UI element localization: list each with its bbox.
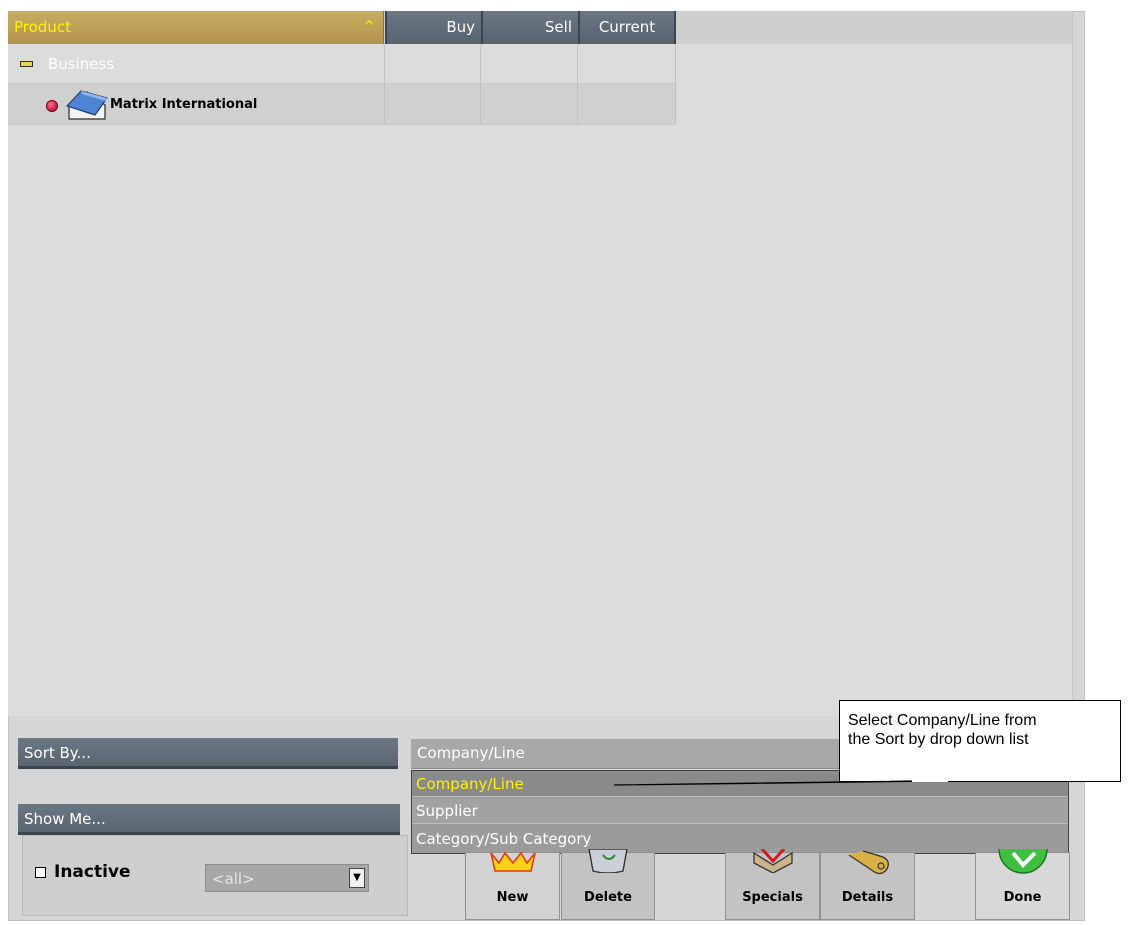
column-header-product-label: Product	[14, 18, 71, 36]
star-burst-icon	[489, 851, 536, 872]
done-button-label: Done	[1003, 890, 1042, 905]
grid-header: Product ^ Buy Sell Current	[8, 11, 1072, 44]
filter-selected-value: <all>	[212, 870, 255, 888]
callout-line-1: Select Company/Line from	[848, 712, 1037, 729]
buy-cell	[385, 84, 481, 125]
inactive-label: Inactive	[54, 862, 131, 882]
details-button[interactable]: Details	[820, 850, 915, 920]
column-header-buy[interactable]: Buy	[385, 11, 481, 44]
column-header-product[interactable]: Product ^	[8, 11, 384, 44]
specials-button[interactable]: Specials	[725, 849, 820, 920]
chevron-down-icon[interactable]: ▼	[349, 868, 365, 888]
callout-line-2: the Sort by drop down list	[848, 731, 1029, 748]
sort-by-label: Sort By...	[18, 738, 398, 769]
filter-dropdown[interactable]: <all> ▼	[205, 864, 369, 892]
callout-text: Select Company/Line from the Sort by dro…	[848, 711, 1116, 749]
trash-bin-icon	[588, 849, 628, 873]
current-cell	[578, 44, 676, 84]
sort-by-selected-value: Company/Line	[417, 744, 525, 762]
checkmark-icon	[997, 849, 1048, 874]
delete-button-label: Delete	[584, 890, 632, 905]
delete-button[interactable]: Delete	[561, 849, 655, 920]
details-button-label: Details	[841, 890, 894, 905]
current-cell	[578, 84, 676, 125]
row-label: Business	[48, 55, 115, 73]
specials-box-icon	[752, 849, 793, 873]
specials-button-label: Specials	[742, 890, 803, 905]
show-me-label: Show Me...	[18, 804, 400, 835]
new-button[interactable]: New	[465, 851, 560, 920]
status-bullet-icon	[46, 100, 58, 112]
table-row[interactable]: Business	[8, 44, 676, 84]
table-row[interactable]: Matrix International	[8, 84, 676, 125]
buy-cell	[385, 44, 481, 84]
sell-cell	[481, 84, 578, 125]
collapse-icon[interactable]	[20, 61, 33, 67]
row-label: Matrix International	[110, 97, 258, 112]
column-header-sell[interactable]: Sell	[481, 11, 578, 44]
product-grid: Product ^ Buy Sell Current Business Matr…	[8, 11, 1073, 716]
sell-cell	[481, 44, 578, 84]
sort-option-supplier[interactable]: Supplier	[412, 798, 1068, 824]
sort-ascending-icon: ^	[363, 19, 375, 35]
done-button[interactable]: Done	[975, 849, 1070, 920]
inactive-checkbox[interactable]	[35, 867, 46, 878]
house-icon	[65, 90, 108, 120]
tag-icon	[848, 850, 889, 875]
sort-by-options-list[interactable]: Company/Line Supplier Category/Sub Categ…	[411, 770, 1069, 854]
column-header-current[interactable]: Current	[578, 11, 676, 44]
new-button-label: New	[496, 890, 529, 905]
